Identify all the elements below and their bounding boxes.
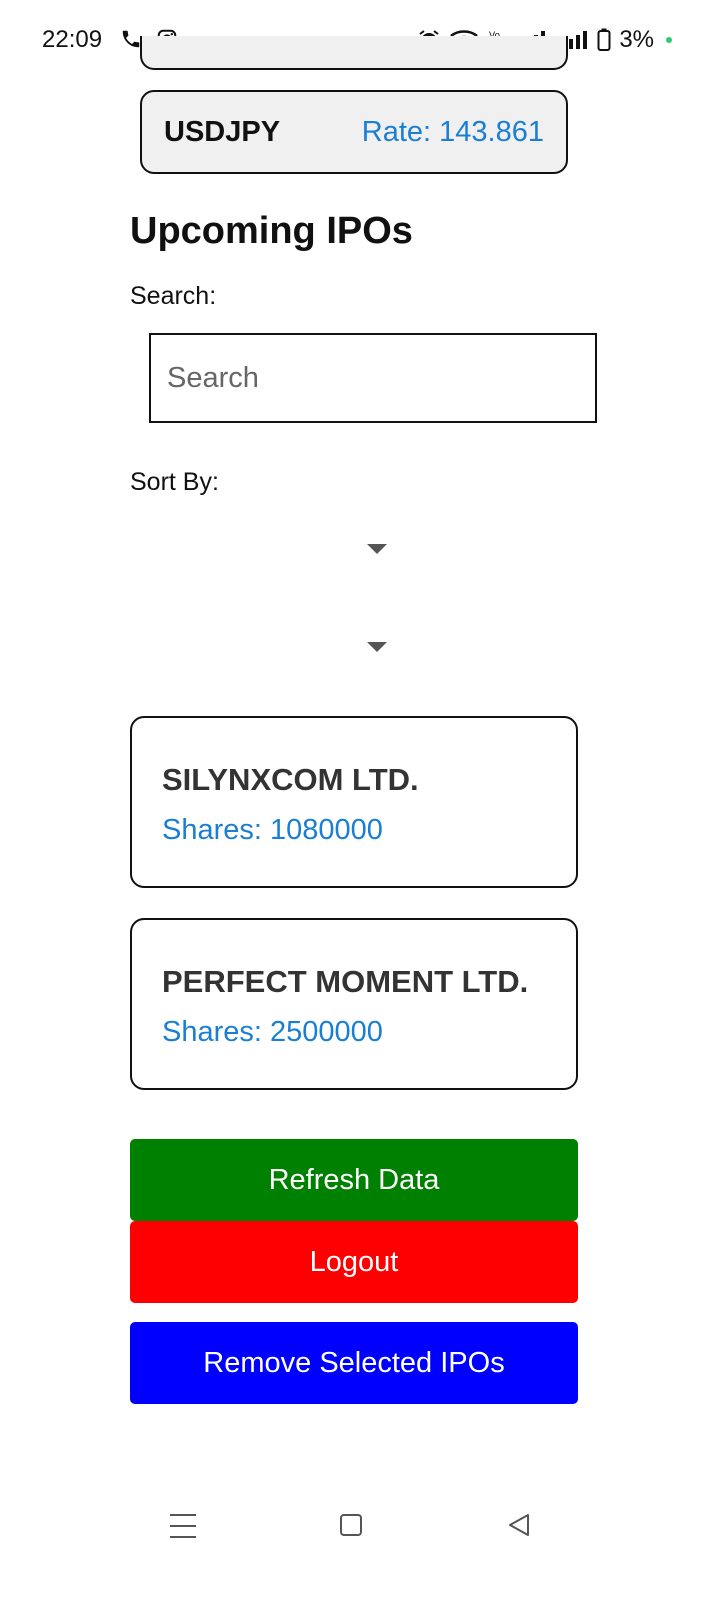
currency-rate: Rate: 143.861 [361, 115, 544, 148]
sort-label: Sort By: [130, 468, 219, 496]
page-title: Upcoming IPOs [130, 210, 413, 252]
sort-order-dropdown[interactable] [150, 618, 598, 678]
ipo-shares: Shares: 1080000 [162, 814, 383, 846]
sort-field-dropdown[interactable] [150, 520, 598, 580]
search-label: Search: [130, 282, 217, 310]
logout-button[interactable]: Logout [130, 1221, 578, 1303]
menu-icon[interactable] [170, 1514, 196, 1538]
remove-selected-ipos-button[interactable]: Remove Selected IPOs [130, 1322, 578, 1404]
back-icon[interactable] [506, 1512, 532, 1538]
privacy-dot [666, 37, 672, 43]
ipo-name: PERFECT MOMENT LTD. [162, 964, 529, 999]
ipo-card[interactable]: SILYNXCOM LTD. Shares: 1080000 [130, 716, 578, 888]
chevron-down-icon [367, 544, 387, 554]
system-nav-bar [0, 1480, 720, 1580]
phone-icon [122, 30, 140, 48]
scrolled-rate-card [140, 36, 568, 70]
ipo-shares: Shares: 2500000 [162, 1016, 383, 1048]
ipo-name: SILYNXCOM LTD. [162, 762, 419, 797]
status-time: 22:09 [42, 26, 103, 53]
home-icon[interactable] [340, 1514, 362, 1536]
battery-percentage: 3% [619, 26, 654, 53]
battery-icon [597, 28, 611, 51]
refresh-data-button[interactable]: Refresh Data [130, 1139, 578, 1221]
search-input[interactable] [149, 333, 597, 423]
chevron-down-icon [367, 642, 387, 652]
currency-rate-card: USDJPY Rate: 143.861 [140, 90, 568, 174]
ipo-card[interactable]: PERFECT MOMENT LTD. Shares: 2500000 [130, 918, 578, 1090]
currency-pair: USDJPY [164, 115, 281, 148]
